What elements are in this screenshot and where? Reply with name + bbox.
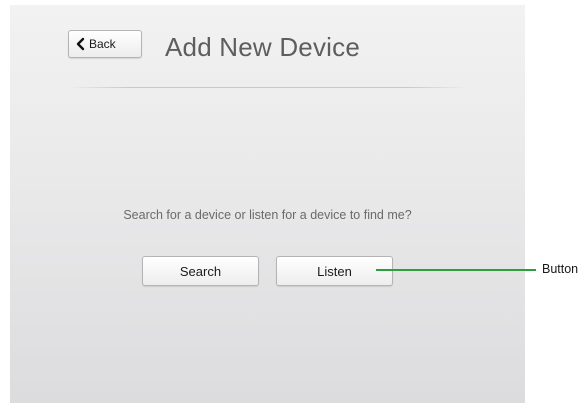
annotation-line (376, 269, 536, 271)
back-button-label: Back (89, 37, 116, 51)
chevron-left-icon (75, 37, 87, 51)
annotation-label: Button (542, 262, 579, 276)
add-device-screen: Back Add New Device Search for a device … (10, 5, 525, 403)
search-button-label: Search (179, 263, 222, 279)
back-button[interactable]: Back (68, 30, 142, 58)
search-button[interactable]: Search (142, 256, 259, 286)
header-divider (68, 87, 468, 88)
listen-button[interactable]: Listen (276, 256, 393, 286)
instruction-text: Search for a device or listen for a devi… (123, 208, 412, 222)
page-title: Add New Device (165, 32, 360, 62)
listen-button-label: Listen (317, 263, 352, 279)
